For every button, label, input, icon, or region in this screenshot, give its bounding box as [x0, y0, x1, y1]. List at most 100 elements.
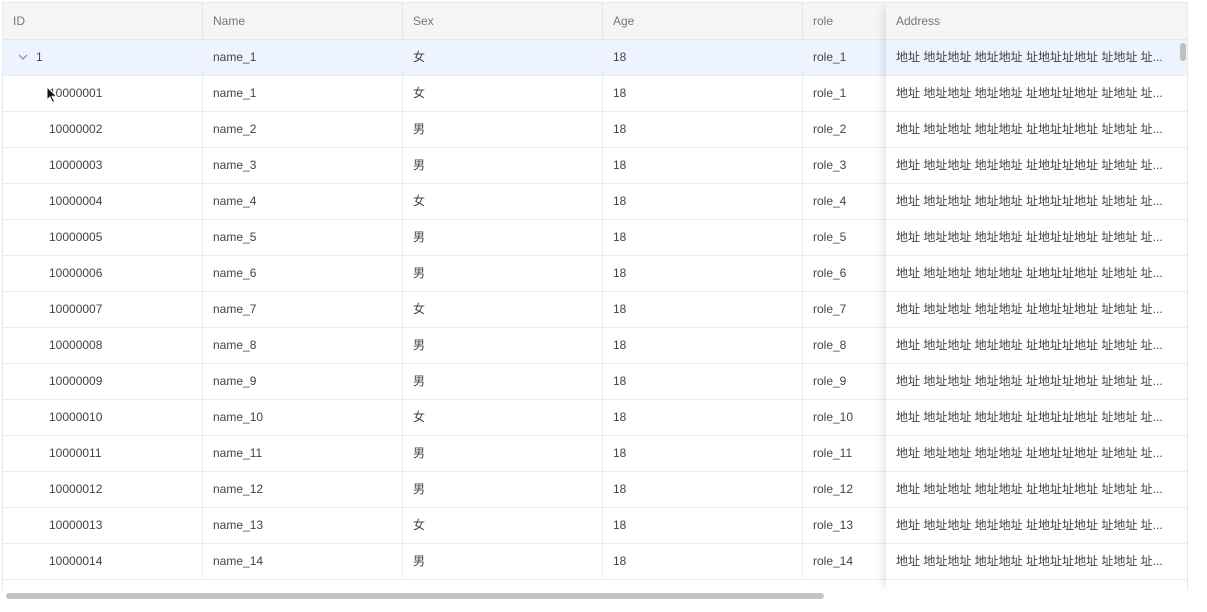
column-header-id[interactable]: ID — [3, 3, 203, 39]
cell-sex: 男 — [403, 220, 603, 255]
cell-address: 地址 地址地址 地址地址 址地址址地址 址地址 址... — [896, 302, 1163, 316]
cell-id: 10000006 — [3, 256, 203, 291]
cell-address: 地址 地址地址 地址地址 址地址址地址 址地址 址... — [896, 86, 1163, 100]
table-row-address[interactable]: 地址 地址地址 地址地址 址地址址地址 址地址 址... — [886, 400, 1188, 436]
cell-address: 地址 地址地址 地址地址 址地址址地址 址地址 址... — [896, 446, 1163, 460]
cell-address: 地址 地址地址 地址地址 址地址址地址 址地址 址... — [896, 122, 1163, 136]
table-row-address[interactable]: 地址 地址地址 地址地址 址地址址地址 址地址 址... — [886, 256, 1188, 292]
column-header-sex[interactable]: Sex — [403, 3, 603, 39]
data-table: ID Name Sex Age role 1 name_1 女 18 role_1 100… — [2, 2, 1188, 591]
cell-age: 18 — [603, 544, 803, 579]
cell-name: name_13 — [203, 508, 403, 543]
cell-id: 10000001 — [3, 76, 203, 111]
table-row-address[interactable]: 地址 地址地址 地址地址 址地址址地址 址地址 址... — [886, 328, 1188, 364]
cell-id-text: 10000002 — [49, 122, 103, 136]
cell-name: name_12 — [203, 472, 403, 507]
cell-id: 10000014 — [3, 544, 203, 579]
cell-age: 18 — [603, 112, 803, 147]
cell-id-text: 10000011 — [49, 446, 102, 460]
cell-id: 10000010 — [3, 400, 203, 435]
column-header-age[interactable]: Age — [603, 3, 803, 39]
cell-id-text: 10000009 — [49, 374, 103, 388]
cell-id-text: 10000010 — [49, 410, 103, 424]
table-row-address[interactable]: 地址 地址地址 地址地址 址地址址地址 址地址 址... — [886, 472, 1188, 508]
cell-id-text: 10000006 — [49, 266, 103, 280]
vertical-scrollbar-thumb[interactable] — [1180, 43, 1186, 61]
cell-name: name_8 — [203, 328, 403, 363]
cell-name: name_3 — [203, 148, 403, 183]
table-row-address[interactable]: 地址 地址地址 地址地址 址地址址地址 址地址 址... — [886, 436, 1188, 472]
cell-id-text: 10000008 — [49, 338, 103, 352]
table-right-border — [1187, 2, 1188, 590]
cell-age: 18 — [603, 148, 803, 183]
cell-id: 10000002 — [3, 112, 203, 147]
table-row-address[interactable]: 地址 地址地址 地址地址 址地址址地址 址地址 址... — [886, 292, 1188, 328]
cell-name: name_4 — [203, 184, 403, 219]
column-header-address[interactable]: Address — [886, 3, 1188, 39]
cell-name: name_1 — [203, 76, 403, 111]
cell-id: 10000007 — [3, 292, 203, 327]
table-row-address[interactable]: 地址 地址地址 地址地址 址地址址地址 址地址 址... — [886, 508, 1188, 544]
cell-age: 18 — [603, 256, 803, 291]
cell-id-text: 1 — [36, 50, 43, 64]
cell-name: name_2 — [203, 112, 403, 147]
horizontal-scrollbar[interactable] — [2, 590, 1187, 602]
cell-id-text: 10000001 — [49, 86, 103, 100]
cell-age: 18 — [603, 292, 803, 327]
cell-sex: 女 — [403, 184, 603, 219]
cell-name: name_7 — [203, 292, 403, 327]
table-row-address[interactable]: 地址 地址地址 地址地址 址地址址地址 址地址 址... — [886, 544, 1188, 580]
cell-address: 地址 地址地址 地址地址 址地址址地址 址地址 址... — [896, 230, 1163, 244]
cell-id: 1 — [3, 40, 203, 75]
cell-age: 18 — [603, 184, 803, 219]
cell-id-text: 10000014 — [49, 554, 103, 568]
cell-address: 地址 地址地址 地址地址 址地址址地址 址地址 址... — [896, 194, 1163, 208]
cell-id-text: 10000004 — [49, 194, 103, 208]
cell-address: 地址 地址地址 地址地址 址地址址地址 址地址 址... — [896, 50, 1163, 64]
cell-sex: 女 — [403, 508, 603, 543]
cell-name: name_9 — [203, 364, 403, 399]
cell-sex: 男 — [403, 328, 603, 363]
cell-address: 地址 地址地址 地址地址 址地址址地址 址地址 址... — [896, 266, 1163, 280]
table-row-address[interactable]: 地址 地址地址 地址地址 址地址址地址 址地址 址... — [886, 40, 1188, 76]
cell-id: 10000004 — [3, 184, 203, 219]
table-row-address[interactable]: 地址 地址地址 地址地址 址地址址地址 址地址 址... — [886, 76, 1188, 112]
cell-id-text: 10000007 — [49, 302, 103, 316]
cell-age: 18 — [603, 40, 803, 75]
cell-address: 地址 地址地址 地址地址 址地址址地址 址地址 址... — [896, 554, 1163, 568]
cell-id-text: 10000012 — [49, 482, 103, 496]
cell-age: 18 — [603, 328, 803, 363]
cell-sex: 男 — [403, 472, 603, 507]
cell-sex: 女 — [403, 76, 603, 111]
table-row-address[interactable]: 地址 地址地址 地址地址 址地址址地址 址地址 址... — [886, 220, 1188, 256]
cell-age: 18 — [603, 76, 803, 111]
cell-id-text: 10000005 — [49, 230, 103, 244]
cell-name: name_1 — [203, 40, 403, 75]
cell-id-text: 10000013 — [49, 518, 103, 532]
cell-sex: 男 — [403, 364, 603, 399]
cell-address: 地址 地址地址 地址地址 址地址址地址 址地址 址... — [896, 482, 1163, 496]
cell-sex: 女 — [403, 292, 603, 327]
table-row-address[interactable]: 地址 地址地址 地址地址 址地址址地址 址地址 址... — [886, 112, 1188, 148]
cell-address: 地址 地址地址 地址地址 址地址址地址 址地址 址... — [896, 338, 1163, 352]
horizontal-scrollbar-thumb[interactable] — [6, 593, 824, 599]
cell-name: name_14 — [203, 544, 403, 579]
column-header-name[interactable]: Name — [203, 3, 403, 39]
cell-age: 18 — [603, 220, 803, 255]
cell-id: 10000013 — [3, 508, 203, 543]
cell-address: 地址 地址地址 地址地址 址地址址地址 址地址 址... — [896, 410, 1163, 424]
cell-id: 10000011 — [3, 436, 203, 471]
cell-sex: 男 — [403, 436, 603, 471]
table-row-address[interactable]: 地址 地址地址 地址地址 址地址址地址 址地址 址... — [886, 184, 1188, 220]
cell-id-text: 10000003 — [49, 158, 103, 172]
cell-address: 地址 地址地址 地址地址 址地址址地址 址地址 址... — [896, 374, 1163, 388]
chevron-down-icon[interactable] — [17, 51, 29, 63]
cell-id: 10000008 — [3, 328, 203, 363]
table-row-address[interactable]: 地址 地址地址 地址地址 址地址址地址 址地址 址... — [886, 148, 1188, 184]
cell-age: 18 — [603, 436, 803, 471]
frozen-address-column: Address 地址 地址地址 地址地址 址地址址地址 址地址 址... 地址 地… — [886, 3, 1188, 591]
table-row-address[interactable]: 地址 地址地址 地址地址 址地址址地址 址地址 址... — [886, 364, 1188, 400]
cell-sex: 男 — [403, 544, 603, 579]
cell-sex: 男 — [403, 148, 603, 183]
cell-sex: 男 — [403, 256, 603, 291]
